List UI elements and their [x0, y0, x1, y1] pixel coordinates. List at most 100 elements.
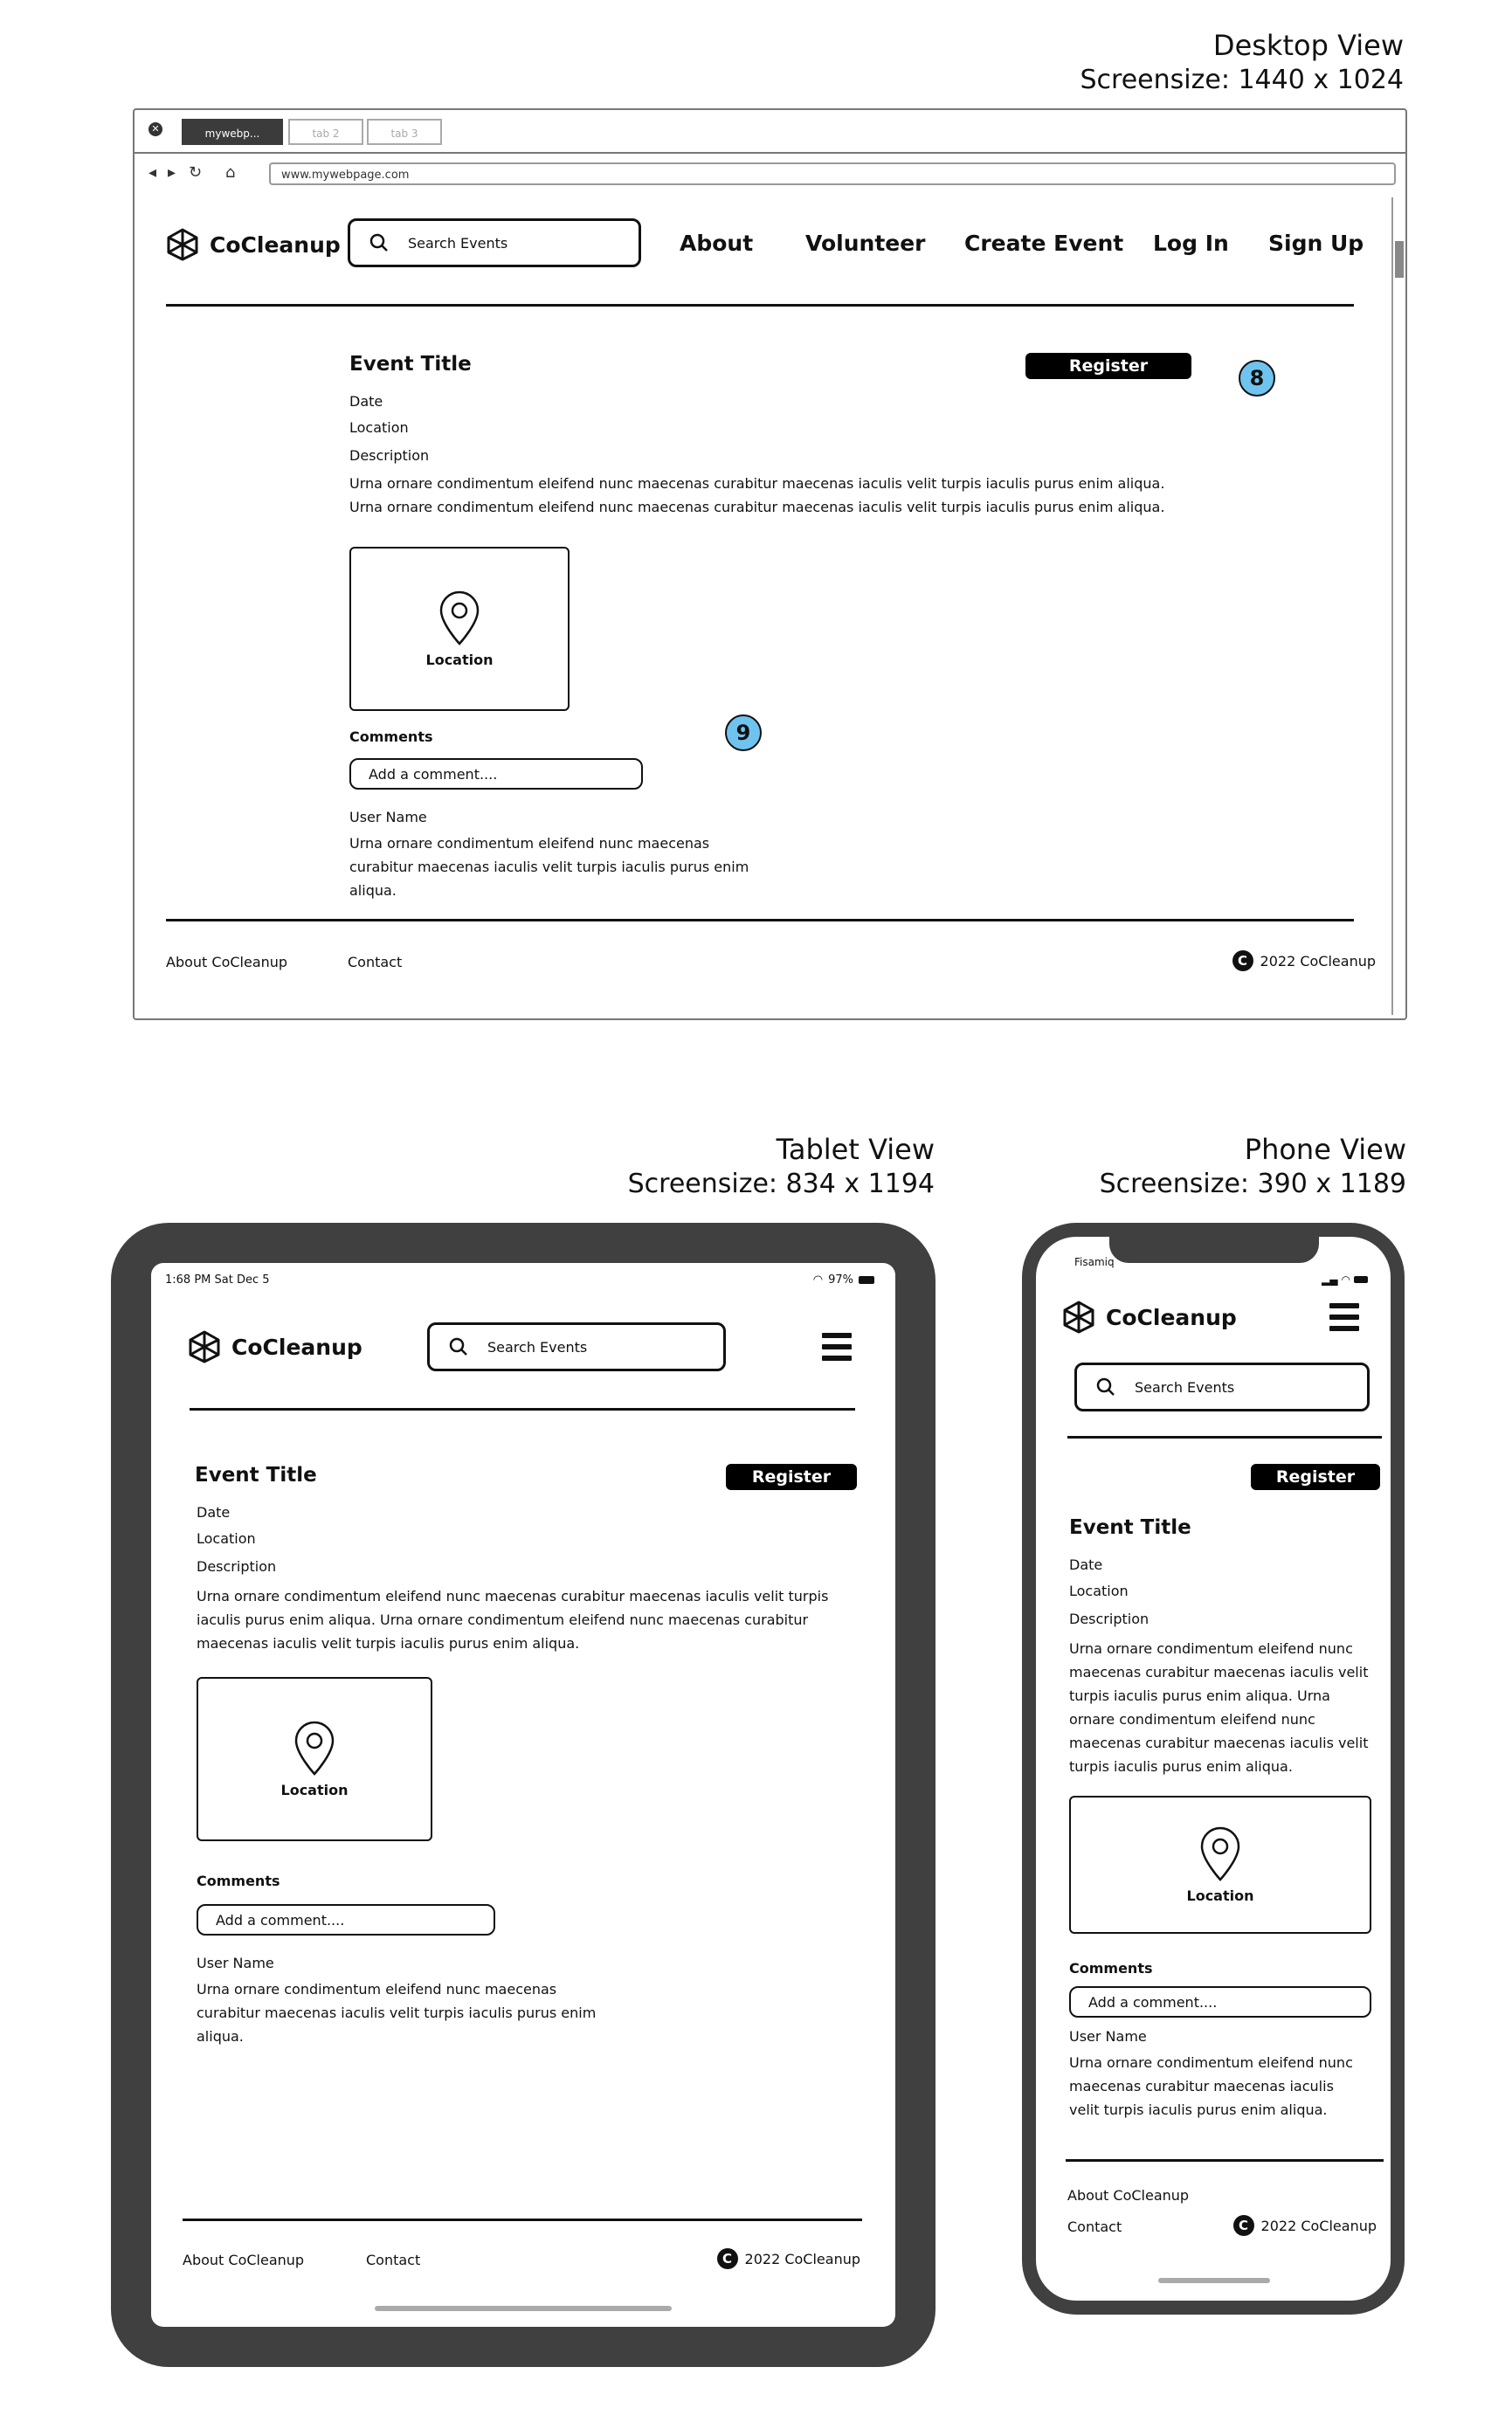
comment-input[interactable]: Add a comment.... [1069, 1986, 1371, 2018]
scrollbar-thumb[interactable] [1395, 241, 1404, 278]
battery-percent: 97% [828, 1273, 853, 1287]
register-button[interactable]: Register [726, 1464, 857, 1490]
cube-logo-icon [1063, 1301, 1094, 1334]
event-description-label: Description [349, 447, 430, 464]
location-map[interactable]: Location [349, 547, 570, 711]
annotation-badge-8: 8 [1239, 360, 1275, 397]
event-date: Date [349, 393, 383, 410]
footer-divider [166, 919, 1354, 921]
map-label: Location [1186, 1887, 1254, 1904]
desktop-browser-window: ✕ mywebp... tab 2 tab 3 ◂ ▸ ↻ ⌂ www.mywe… [133, 108, 1407, 1020]
nav-create-event[interactable]: Create Event [964, 231, 1123, 256]
search-icon [449, 1337, 467, 1356]
status-carrier: Fisamiq [1074, 1256, 1115, 1268]
logo[interactable]: CoCleanup [166, 227, 341, 262]
browser-tab-bar: ✕ mywebp... tab 2 tab 3 [135, 110, 1405, 154]
footer-about[interactable]: About CoCleanup [166, 954, 287, 970]
footer-contact[interactable]: Contact [1067, 2219, 1122, 2235]
phone-view-title: Phone View [1244, 1133, 1406, 1166]
event-title: Event Title [349, 353, 472, 376]
event-location: Location [197, 1530, 256, 1547]
desktop-view-title: Desktop View [1212, 29, 1404, 62]
header-divider [190, 1408, 855, 1411]
nav-about[interactable]: About [680, 231, 753, 256]
menu-icon[interactable] [1329, 1303, 1359, 1331]
map-label: Location [425, 651, 494, 668]
comment-user-name: User Name [1069, 2028, 1147, 2045]
wifi-icon: ◠ [812, 1273, 824, 1287]
cube-logo-icon [167, 228, 198, 261]
home-indicator[interactable] [375, 2306, 672, 2311]
comment-text: Urna ornare condimentum eleifend nunc ma… [197, 1981, 597, 2045]
copyright-text: 2022 CoCleanup [1260, 2217, 1377, 2234]
home-icon[interactable]: ⌂ [225, 162, 235, 183]
logo[interactable]: CoCleanup [188, 1329, 362, 1364]
forward-arrow-icon[interactable]: ▸ [168, 162, 176, 183]
home-indicator[interactable] [1158, 2278, 1270, 2283]
nav-log-in[interactable]: Log In [1153, 231, 1229, 256]
phone-device-frame: Fisamiq ▂▄ ◠ CoCleanup Search Events Reg… [1022, 1223, 1405, 2315]
comments-label: Comments [349, 728, 433, 745]
header-divider [1067, 1436, 1382, 1439]
logo-text: CoCleanup [210, 231, 341, 258]
footer-about[interactable]: About CoCleanup [183, 2252, 304, 2268]
location-map[interactable]: Location [1069, 1796, 1371, 1934]
browser-tab-2[interactable]: tab 2 [288, 119, 363, 145]
comments-label: Comments [1069, 1960, 1153, 1977]
location-map[interactable]: Location [197, 1677, 432, 1841]
copyright-icon: C [1232, 950, 1253, 971]
copyright-icon: C [1232, 2215, 1254, 2236]
comment-input[interactable]: Add a comment.... [349, 758, 643, 790]
register-button[interactable]: Register [1025, 353, 1191, 379]
search-input[interactable]: Search Events [427, 1322, 726, 1371]
event-description: Urna ornare condimentum eleifend nunc ma… [349, 475, 1165, 515]
header-divider [166, 304, 1354, 307]
status-time: 1:68 PM Sat Dec 5 [165, 1273, 270, 1287]
nav-volunteer[interactable]: Volunteer [805, 231, 926, 256]
map-label: Location [280, 1781, 349, 1798]
event-description-label: Description [1069, 1611, 1150, 1627]
footer-copyright: C 2022 CoCleanup [1232, 2215, 1377, 2236]
comment-text: Urna ornare condimentum eleifend nunc ma… [1069, 2054, 1353, 2118]
copyright-icon: C [716, 2248, 738, 2269]
footer-about[interactable]: About CoCleanup [1067, 2187, 1189, 2204]
comment-text: Urna ornare condimentum eleifend nunc ma… [349, 835, 749, 899]
map-pin-icon [294, 1721, 335, 1776]
cube-logo-icon [189, 1330, 220, 1363]
logo-text: CoCleanup [1106, 1304, 1237, 1330]
phone-screensize: Screensize: 390 x 1189 [1099, 1169, 1406, 1199]
nav-sign-up[interactable]: Sign Up [1268, 231, 1364, 256]
annotation-badge-9: 9 [725, 714, 762, 751]
tablet-view-title: Tablet View [776, 1133, 935, 1166]
desktop-screensize: Screensize: 1440 x 1024 [1080, 65, 1404, 95]
logo[interactable]: CoCleanup [1062, 1300, 1237, 1335]
phone-screen: Fisamiq ▂▄ ◠ CoCleanup Search Events Reg… [1036, 1237, 1391, 2301]
battery-icon [859, 1276, 874, 1284]
back-arrow-icon[interactable]: ◂ [148, 162, 156, 183]
logo-text: CoCleanup [231, 1334, 362, 1360]
comment-user-name: User Name [197, 1955, 274, 1971]
menu-icon[interactable] [822, 1333, 852, 1361]
comments-label: Comments [197, 1873, 280, 1889]
footer-contact[interactable]: Contact [348, 954, 402, 970]
phone-notch [1109, 1237, 1319, 1263]
event-location: Location [349, 419, 409, 436]
url-bar[interactable]: www.mywebpage.com [269, 162, 1396, 185]
footer-contact[interactable]: Contact [366, 2252, 420, 2268]
search-input[interactable]: Search Events [348, 218, 641, 267]
scrollbar[interactable] [1391, 197, 1405, 1015]
close-window-icon[interactable]: ✕ [148, 122, 162, 136]
reload-icon[interactable]: ↻ [189, 162, 202, 183]
search-icon [1096, 1377, 1115, 1396]
comment-user-name: User Name [349, 809, 427, 825]
search-input[interactable]: Search Events [1074, 1363, 1370, 1411]
search-placeholder: Search Events [1135, 1378, 1235, 1396]
browser-tab-active[interactable]: mywebp... [182, 119, 283, 145]
register-button[interactable]: Register [1251, 1464, 1380, 1490]
copyright-text: 2022 CoCleanup [744, 2250, 860, 2267]
event-description: Urna ornare condimentum eleifend nunc ma… [197, 1588, 829, 1652]
tablet-screensize: Screensize: 834 x 1194 [627, 1169, 935, 1199]
comment-input[interactable]: Add a comment.... [197, 1904, 495, 1936]
tablet-device-frame: 1:68 PM Sat Dec 5 ◠ 97% CoCleanup Search… [111, 1223, 936, 2367]
browser-tab-3[interactable]: tab 3 [367, 119, 442, 145]
